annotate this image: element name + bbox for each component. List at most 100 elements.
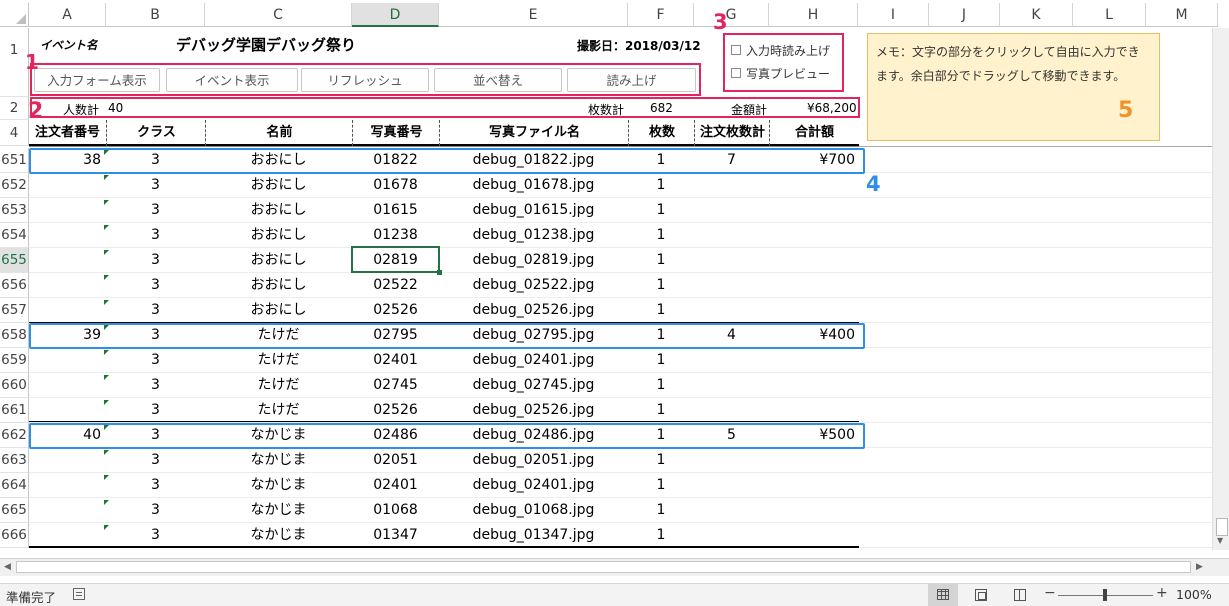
cell-name[interactable]: たけだ bbox=[205, 348, 352, 373]
cell-order-total[interactable] bbox=[694, 348, 769, 373]
scroll-down-icon[interactable]: ▼ bbox=[1217, 536, 1223, 545]
cell-class[interactable]: 3 bbox=[106, 273, 205, 298]
cell-order-total[interactable] bbox=[694, 373, 769, 398]
page-layout-icon[interactable] bbox=[975, 589, 987, 601]
column-header-g[interactable]: G bbox=[694, 3, 769, 27]
cell-photo-no[interactable]: 02401 bbox=[352, 473, 439, 498]
column-header-a[interactable]: A bbox=[29, 3, 106, 27]
fill-handle[interactable] bbox=[437, 270, 442, 275]
row-header-2[interactable]: 2 bbox=[0, 97, 29, 120]
scroll-left-icon[interactable]: ◀ bbox=[4, 562, 11, 572]
cell-count[interactable]: 1 bbox=[628, 348, 694, 373]
cell-file[interactable]: debug_01068.jpg bbox=[439, 498, 628, 523]
error-indicator-icon[interactable] bbox=[104, 300, 109, 305]
cell-amount[interactable] bbox=[769, 448, 855, 473]
cell-order-total[interactable] bbox=[694, 273, 769, 298]
cell-order-total[interactable] bbox=[694, 498, 769, 523]
cell-name[interactable]: おおにし bbox=[205, 223, 352, 248]
cell-order-no[interactable] bbox=[29, 298, 101, 323]
cell-order-no[interactable] bbox=[29, 198, 101, 223]
column-header-m[interactable]: M bbox=[1146, 3, 1218, 27]
row-header-666[interactable]: 666 bbox=[0, 523, 29, 548]
cell-class[interactable]: 3 bbox=[106, 448, 205, 473]
cell-order-total[interactable] bbox=[694, 448, 769, 473]
row-header-655[interactable]: 655 bbox=[0, 248, 29, 273]
cell-class[interactable]: 3 bbox=[106, 523, 205, 548]
cell-count[interactable]: 1 bbox=[628, 248, 694, 273]
horizontal-scrollbar[interactable]: ◀ ▶ bbox=[0, 558, 1229, 576]
cell-amount[interactable] bbox=[769, 173, 855, 198]
cell-photo-no[interactable]: 01238 bbox=[352, 223, 439, 248]
column-header-k[interactable]: K bbox=[1000, 3, 1073, 27]
error-indicator-icon[interactable] bbox=[104, 250, 109, 255]
cell-file[interactable]: debug_02745.jpg bbox=[439, 373, 628, 398]
error-indicator-icon[interactable] bbox=[104, 175, 109, 180]
cell-class[interactable]: 3 bbox=[106, 248, 205, 273]
vertical-scrollbar[interactable]: ▼ bbox=[1212, 28, 1229, 550]
cell-order-no[interactable] bbox=[29, 223, 101, 248]
cell-count[interactable]: 1 bbox=[628, 198, 694, 223]
horizontal-scroll-thumb[interactable] bbox=[16, 561, 1191, 573]
cell-count[interactable]: 1 bbox=[628, 398, 694, 423]
row-header-652[interactable]: 652 bbox=[0, 173, 29, 198]
column-header-l[interactable]: L bbox=[1073, 3, 1146, 27]
vertical-scroll-thumb[interactable] bbox=[1216, 518, 1228, 536]
error-indicator-icon[interactable] bbox=[104, 475, 109, 480]
cell-amount[interactable] bbox=[769, 248, 855, 273]
cell-photo-no[interactable]: 01678 bbox=[352, 173, 439, 198]
row-header-657[interactable]: 657 bbox=[0, 298, 29, 323]
cell-file[interactable]: debug_01347.jpg bbox=[439, 523, 628, 548]
cell-photo-no[interactable]: 02745 bbox=[352, 373, 439, 398]
error-indicator-icon[interactable] bbox=[104, 275, 109, 280]
cell-file[interactable]: debug_02526.jpg bbox=[439, 398, 628, 423]
error-indicator-icon[interactable] bbox=[104, 400, 109, 405]
cell-file[interactable]: debug_02522.jpg bbox=[439, 273, 628, 298]
cell-order-total[interactable] bbox=[694, 223, 769, 248]
cell-order-no[interactable] bbox=[29, 398, 101, 423]
cell-amount[interactable] bbox=[769, 498, 855, 523]
memo-note[interactable]: メモ：文字の部分をクリックして自由に入力できます。余白部分でドラッグして移動でき… bbox=[867, 33, 1160, 141]
error-indicator-icon[interactable] bbox=[104, 225, 109, 230]
row-header-664[interactable]: 664 bbox=[0, 473, 29, 498]
cell-order-no[interactable] bbox=[29, 248, 101, 273]
cell-file[interactable]: debug_02401.jpg bbox=[439, 348, 628, 373]
cell-order-total[interactable] bbox=[694, 298, 769, 323]
cell-count[interactable]: 1 bbox=[628, 473, 694, 498]
cell-class[interactable]: 3 bbox=[106, 298, 205, 323]
cell-order-total[interactable] bbox=[694, 248, 769, 273]
cell-order-total[interactable] bbox=[694, 398, 769, 423]
cell-name[interactable]: おおにし bbox=[205, 298, 352, 323]
cell-class[interactable]: 3 bbox=[106, 473, 205, 498]
column-header-h[interactable]: H bbox=[769, 3, 858, 27]
cell-order-no[interactable] bbox=[29, 373, 101, 398]
cell-photo-no[interactable]: 02401 bbox=[352, 348, 439, 373]
cell-name[interactable]: たけだ bbox=[205, 373, 352, 398]
column-header-d[interactable]: D bbox=[352, 3, 439, 27]
cell-photo-no[interactable]: 01615 bbox=[352, 198, 439, 223]
cell-photo-no[interactable]: 02522 bbox=[352, 273, 439, 298]
cell-class[interactable]: 3 bbox=[106, 173, 205, 198]
cell-order-no[interactable] bbox=[29, 173, 101, 198]
cell-order-no[interactable] bbox=[29, 523, 101, 548]
row-header-4[interactable]: 4 bbox=[0, 120, 29, 146]
error-indicator-icon[interactable] bbox=[104, 525, 109, 530]
scroll-right-icon[interactable]: ▶ bbox=[1196, 562, 1203, 572]
cell-count[interactable]: 1 bbox=[628, 373, 694, 398]
row-header-662[interactable]: 662 bbox=[0, 423, 29, 448]
error-indicator-icon[interactable] bbox=[104, 375, 109, 380]
cell-file[interactable]: debug_01238.jpg bbox=[439, 223, 628, 248]
cell-order-no[interactable] bbox=[29, 473, 101, 498]
zoom-slider-thumb[interactable] bbox=[1103, 589, 1107, 601]
cell-photo-no[interactable]: 02526 bbox=[352, 298, 439, 323]
cell-class[interactable]: 3 bbox=[106, 398, 205, 423]
zoom-level[interactable]: 100% bbox=[1176, 587, 1212, 602]
cell-file[interactable]: debug_02401.jpg bbox=[439, 473, 628, 498]
cell-name[interactable]: おおにし bbox=[205, 173, 352, 198]
cell-order-total[interactable] bbox=[694, 173, 769, 198]
cell-order-total[interactable] bbox=[694, 473, 769, 498]
cell-order-no[interactable] bbox=[29, 498, 101, 523]
cell-file[interactable]: debug_01678.jpg bbox=[439, 173, 628, 198]
cell-file[interactable]: debug_01615.jpg bbox=[439, 198, 628, 223]
zoom-in-button[interactable]: + bbox=[1156, 585, 1168, 601]
cell-count[interactable]: 1 bbox=[628, 448, 694, 473]
